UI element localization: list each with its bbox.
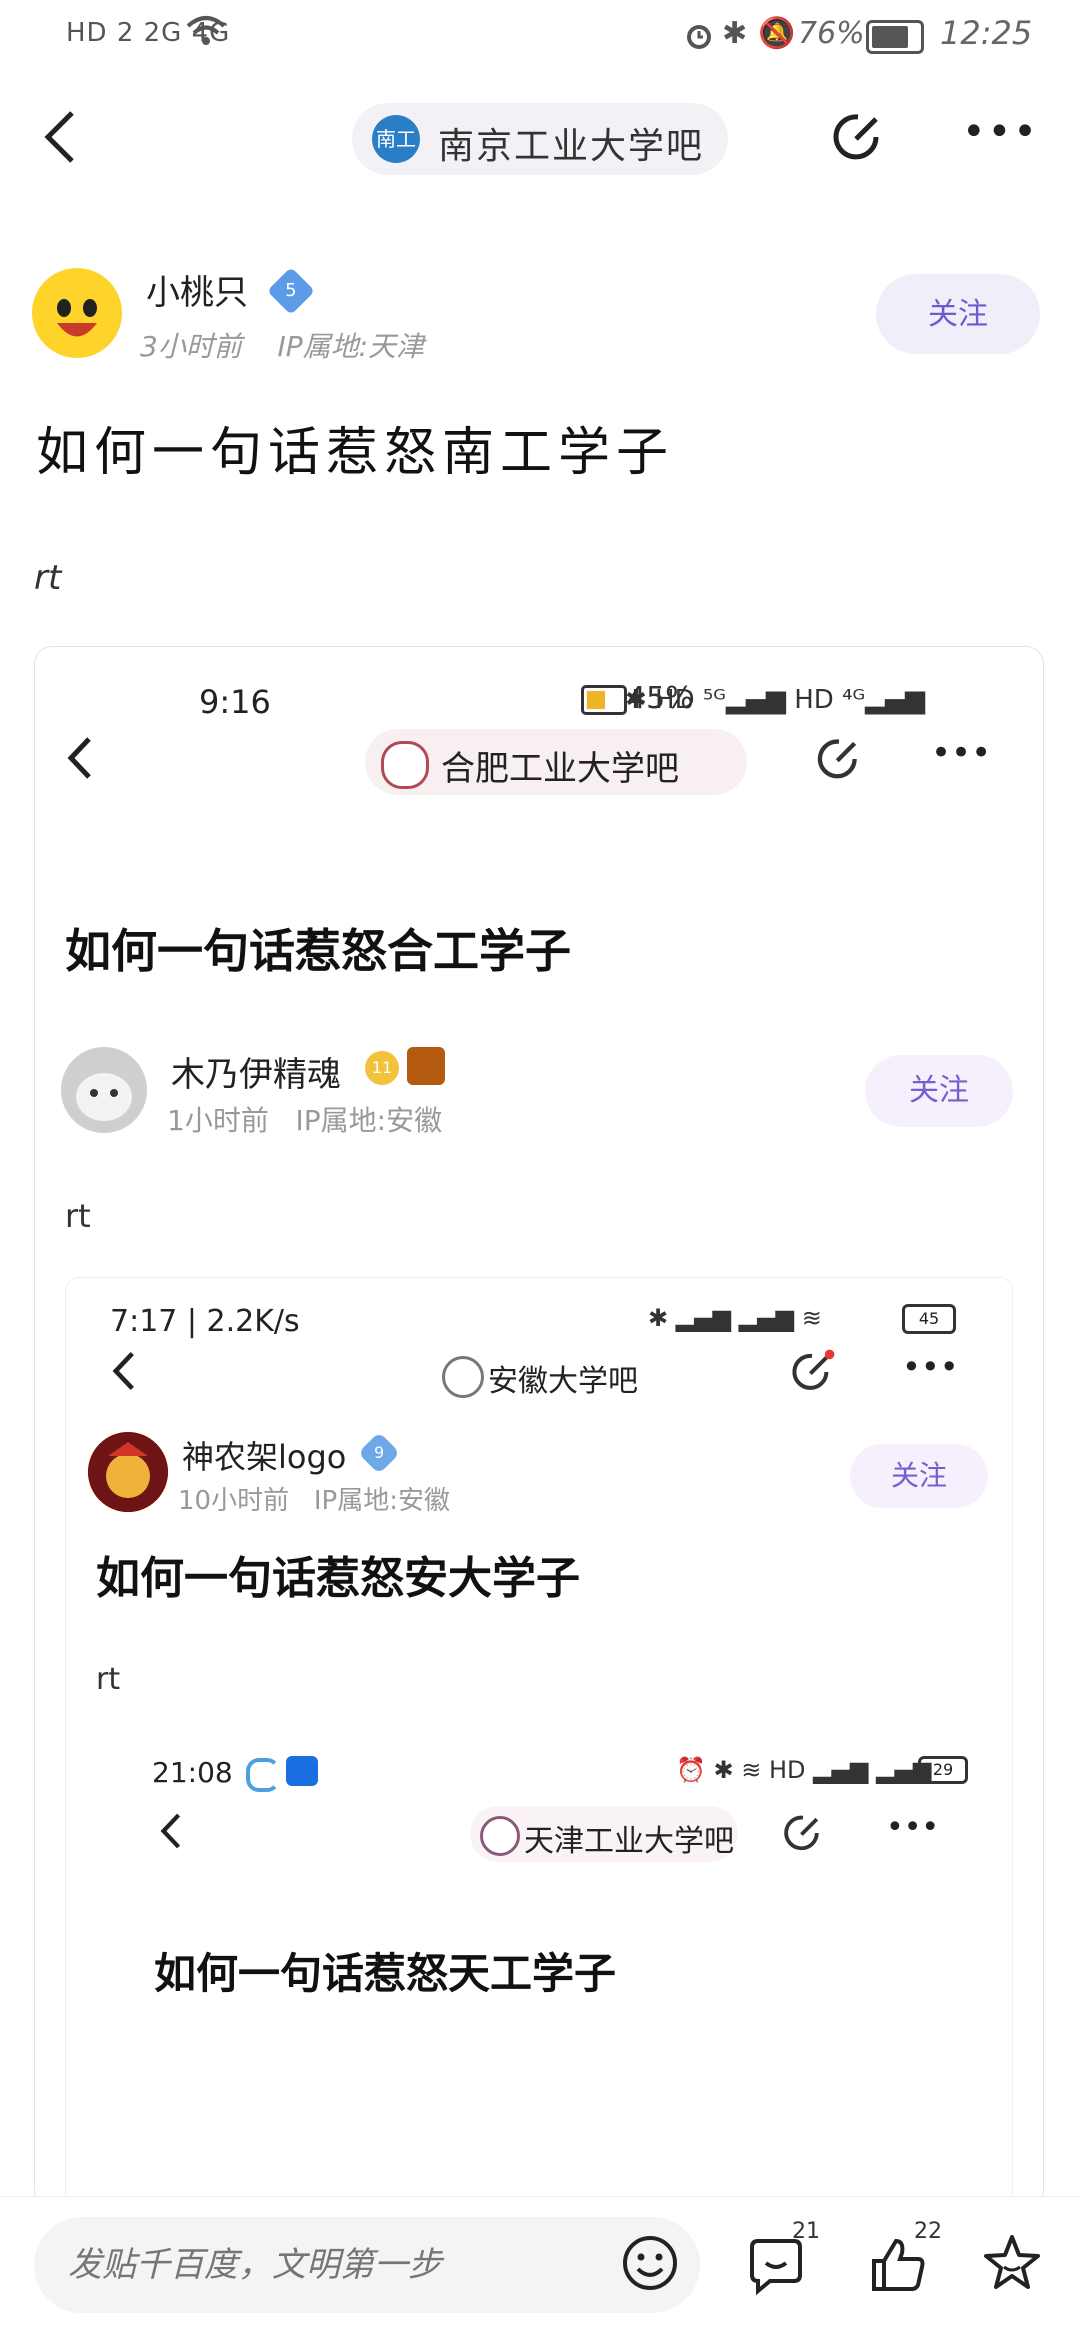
deep-forum-pill: 天津工业大学吧 <box>470 1806 738 1862</box>
like-count: 22 <box>914 2219 942 2244</box>
embedded-screenshot-nested: 7:17 | 2.2K/s ✱ ▂▄▆ ▂▄▆ ≋ 45 安徽大学吧 ••• 神… <box>65 1277 1013 2207</box>
embedded-edit-icon <box>813 733 865 789</box>
back-button[interactable] <box>40 107 100 177</box>
bottom-bar: 21 22 <box>0 2196 1080 2341</box>
top-nav: 南工 南京工业大学吧 ••• <box>0 95 1080 195</box>
nested-author-name: 神农架logo <box>182 1438 347 1476</box>
nested-meta: 10小时前 IP属地:安徽 <box>178 1486 450 1516</box>
deep-back-icon <box>158 1810 184 1856</box>
nested-edit-icon <box>788 1348 836 1400</box>
edit-button[interactable] <box>828 107 888 167</box>
embedded-more-icon: ••• <box>931 733 992 773</box>
nested-more-icon: ••• <box>902 1348 959 1386</box>
nested-level-badge: 9 <box>357 1431 401 1475</box>
comment-count: 21 <box>792 2219 820 2244</box>
post-time: 3小时前 <box>140 330 242 363</box>
embedded-forum-name: 合肥工业大学吧 <box>441 749 679 789</box>
follow-button[interactable]: 关注 <box>876 274 1040 354</box>
nested-title: 如何一句话惹怒安大学子 <box>96 1553 580 1604</box>
deep-forum-logo <box>480 1816 520 1856</box>
mute-bell-icon: 🔕 <box>758 16 796 51</box>
battery-percent: 76% <box>798 16 865 51</box>
bluetooth-icon: ✱ <box>722 16 748 51</box>
embedded-screenshot-deep: 21:08 ⏰ ✱ ≋ HD ▂▄▆ ▂▄▆ 29 天津工业大学吧 ••• 如何… <box>106 1728 976 2207</box>
deep-title: 如何一句话惹怒天工学子 <box>154 1949 617 1998</box>
nested-battery: 45 <box>902 1304 956 1334</box>
embedded-back-icon <box>65 733 95 787</box>
edit-icon <box>833 114 879 160</box>
more-button[interactable]: ••• <box>962 109 1039 155</box>
embedded-level-badge: 11 <box>365 1051 399 1085</box>
author-name[interactable]: 小桃只 <box>146 265 248 314</box>
chevron-left-icon <box>44 111 74 163</box>
forum-logo: 南工 <box>372 115 420 163</box>
embedded-author-name: 木乃伊精魂 <box>171 1055 341 1095</box>
post-body: rt <box>34 558 62 598</box>
nested-forum-name: 安徽大学吧 <box>488 1364 638 1399</box>
post-ip: IP属地:天津 <box>277 330 425 363</box>
zhihu-icon <box>286 1756 318 1786</box>
embedded-forum-pill: 合肥工业大学吧 <box>365 729 747 795</box>
forum-pill[interactable]: 南工 南京工业大学吧 <box>352 103 728 175</box>
alarm-icon <box>682 18 716 60</box>
medal-icon <box>407 1047 445 1085</box>
deep-more-icon: ••• <box>886 1810 940 1845</box>
nested-forum-logo <box>442 1356 484 1398</box>
forum-name: 南京工业大学吧 <box>438 126 705 167</box>
reply-input[interactable] <box>34 2217 700 2313</box>
deep-time: 21:08 <box>152 1756 233 1789</box>
nested-forum-pill: 安徽大学吧 <box>432 1346 664 1402</box>
embedded-title: 如何一句话惹怒合工学子 <box>65 924 571 978</box>
level-badge: 5 <box>266 266 316 316</box>
avatar[interactable] <box>32 268 122 358</box>
nested-signal: ✱ ▂▄▆ ▂▄▆ ≋ <box>648 1304 822 1332</box>
deep-edit-icon <box>780 1810 826 1860</box>
emoji-button[interactable] <box>620 2233 680 2293</box>
embedded-meta: 1小时前 IP属地:安徽 <box>167 1104 443 1137</box>
embedded-forum-logo <box>381 741 429 789</box>
embedded-body: rt <box>65 1197 91 1235</box>
nested-time: 7:17 | 2.2K/s <box>110 1304 300 1339</box>
embedded-follow-button: 关注 <box>865 1055 1013 1127</box>
status-bar: HD 2 2G 4G ✱ 🔕 76% 12:25 <box>0 0 1080 80</box>
nested-follow-button: 关注 <box>850 1444 988 1508</box>
nested-avatar <box>88 1432 168 1512</box>
nested-body: rt <box>96 1662 121 1697</box>
favorite-button[interactable] <box>980 2231 1044 2299</box>
post-meta: 3小时前 IP属地:天津 <box>140 325 424 365</box>
deep-battery: 29 <box>918 1756 968 1784</box>
deep-signal: ⏰ ✱ ≋ HD ▂▄▆ ▂▄▆ <box>676 1756 932 1784</box>
nested-back-icon <box>110 1348 138 1398</box>
emoji-icon <box>623 2236 677 2290</box>
battery-icon <box>866 20 924 54</box>
star-icon <box>984 2235 1040 2289</box>
wifi-icon <box>186 14 226 56</box>
embedded-screenshot[interactable]: 9:16 ✱ HD ⁵ᴳ▂▄▆ HD ⁴ᴳ▂▄▆ 45% 合肥工业大学吧 •••… <box>34 646 1044 2208</box>
more-icon: ••• <box>962 109 1039 155</box>
clock: 12:25 <box>940 14 1033 52</box>
post-title: 如何一句话惹怒南工学子 <box>36 423 675 483</box>
deep-app-icon <box>246 1758 280 1792</box>
embedded-battery-percent: 45% <box>627 681 694 716</box>
deep-forum-name: 天津工业大学吧 <box>524 1824 734 1859</box>
embedded-time: 9:16 <box>199 683 271 721</box>
embedded-avatar <box>61 1047 147 1133</box>
embedded-battery-icon <box>581 685 627 715</box>
